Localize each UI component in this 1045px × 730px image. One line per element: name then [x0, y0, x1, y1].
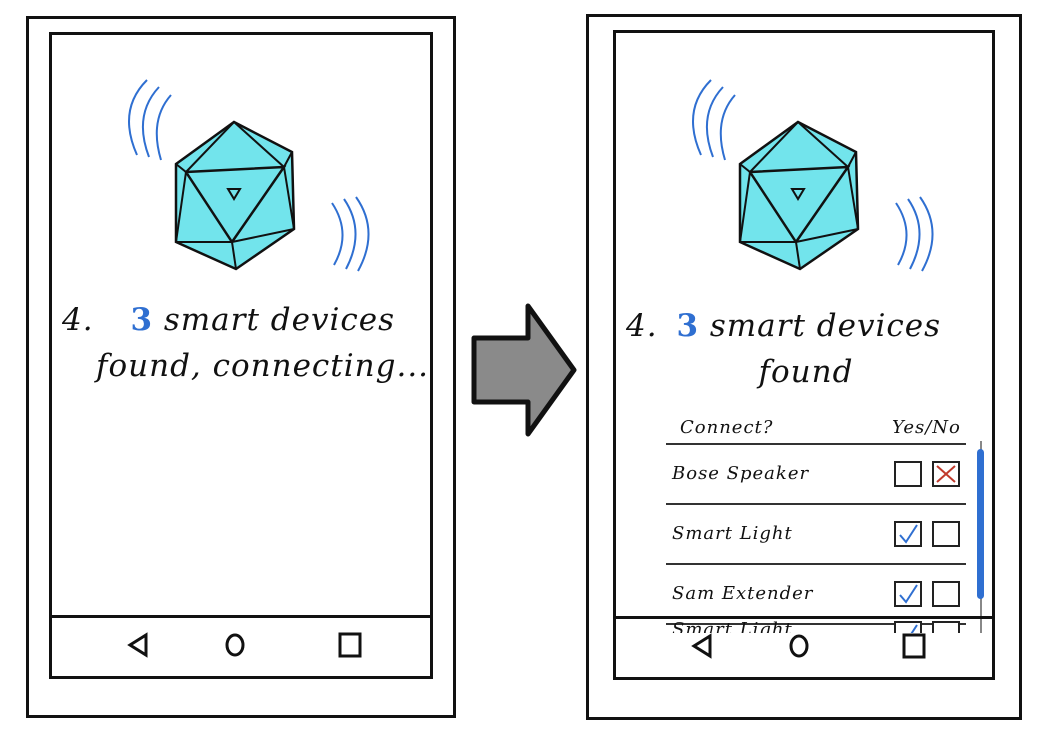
back-button[interactable]: [688, 631, 718, 661]
icosahedron-device-icon: [174, 120, 296, 271]
status-line-1-text: smart devices: [163, 302, 396, 338]
device-count: 3: [676, 308, 700, 344]
home-button[interactable]: [220, 630, 250, 660]
list-header: Connect? Yes/No: [666, 413, 966, 445]
yes-no-label: Yes/No: [892, 417, 961, 438]
check-mark-icon: [899, 584, 918, 604]
step-number: 4.: [62, 302, 94, 338]
back-triangle-icon: [127, 632, 148, 658]
home-circle-icon: [789, 634, 809, 658]
left-phone-screen: 4. 3 smart devices found, connecting...: [49, 32, 433, 679]
right-phone-screen: 4. 3 smart devices found Connect? Yes/No…: [613, 30, 995, 680]
list-item: Smart Light: [666, 505, 966, 565]
navigation-bar: [616, 616, 992, 677]
icosahedron-device-icon: [738, 120, 860, 271]
x-mark-icon: [936, 465, 956, 483]
signal-wave-icon: [895, 196, 934, 272]
device-name: Bose Speaker: [672, 463, 810, 484]
navigation-bar: [52, 615, 430, 676]
no-checkbox[interactable]: [932, 581, 960, 607]
no-checkbox[interactable]: [932, 521, 960, 547]
status-message: 4. 3 smart devices found: [626, 303, 986, 395]
status-line-2: found, connecting...: [96, 348, 430, 384]
status-line-2: found: [758, 354, 854, 390]
recents-square-icon: [338, 632, 362, 658]
status-line-1-text: smart devices: [709, 308, 942, 344]
device-name: Sam Extender: [672, 583, 814, 604]
check-mark-icon: [899, 524, 918, 544]
recents-button[interactable]: [335, 630, 365, 660]
back-triangle-icon: [691, 633, 712, 659]
status-line-1: 4. 3 smart devices: [62, 297, 430, 343]
status-line-1: 4. 3 smart devices: [626, 303, 986, 349]
yes-checkbox[interactable]: [894, 581, 922, 607]
home-button[interactable]: [784, 631, 814, 661]
back-button[interactable]: [124, 630, 154, 660]
device-count: 3: [130, 302, 154, 338]
signal-wave-icon: [331, 196, 370, 272]
device-name: Smart Light: [672, 523, 793, 544]
yes-checkbox[interactable]: [894, 521, 922, 547]
step-number: 4.: [626, 308, 658, 344]
recents-square-icon: [902, 633, 926, 659]
connect-question-label: Connect?: [680, 417, 774, 438]
right-phone-frame: 4. 3 smart devices found Connect? Yes/No…: [586, 14, 1022, 720]
no-checkbox[interactable]: [932, 461, 960, 487]
recents-button[interactable]: [899, 631, 929, 661]
scrollbar-thumb[interactable]: [977, 449, 984, 599]
list-item: Bose Speaker: [666, 445, 966, 505]
right-arrow-icon: [471, 303, 577, 437]
status-message: 4. 3 smart devices found, connecting...: [62, 297, 430, 389]
device-list: Connect? Yes/No Bose Speaker Smart Light…: [616, 413, 992, 633]
left-phone-frame: 4. 3 smart devices found, connecting...: [26, 16, 456, 718]
home-circle-icon: [225, 633, 245, 657]
yes-checkbox[interactable]: [894, 461, 922, 487]
